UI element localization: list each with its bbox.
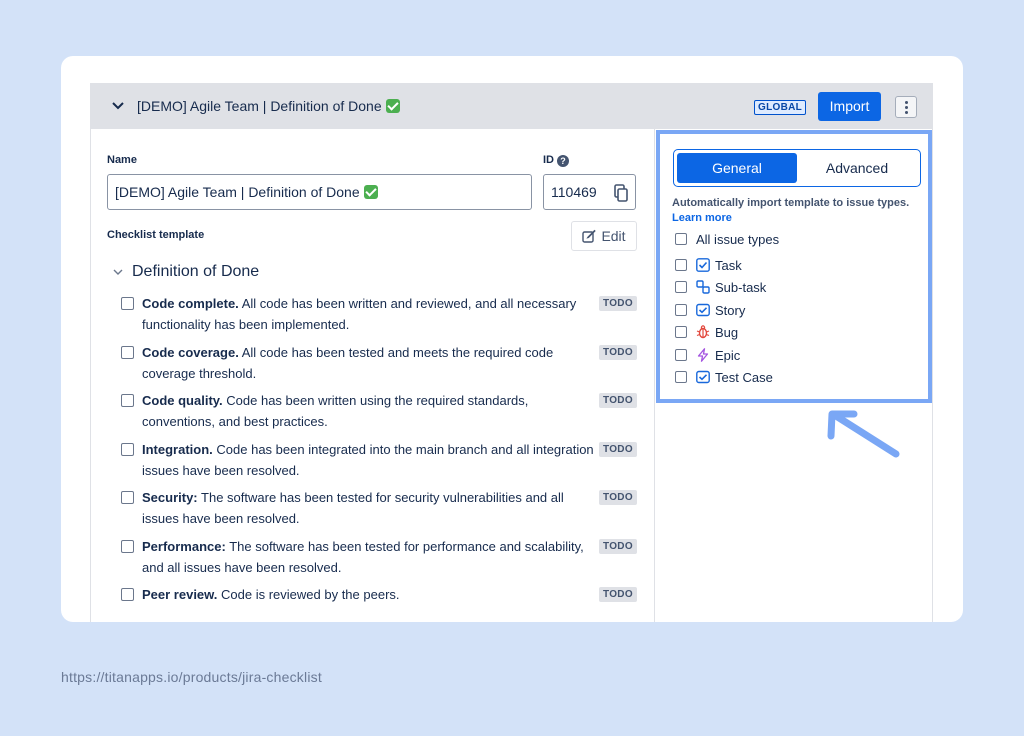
issue-type-checkbox[interactable] <box>675 259 687 271</box>
chevron-down-icon[interactable] <box>113 268 123 276</box>
section-title: Definition of Done <box>132 263 260 280</box>
name-label: Name <box>107 154 137 166</box>
chevron-down-icon[interactable] <box>111 99 125 113</box>
item-text: Security: The software has been tested f… <box>142 487 597 529</box>
status-badge[interactable]: TODO <box>599 296 637 311</box>
id-label: ID? <box>543 154 569 167</box>
template-title: [DEMO] Agile Team | Definition of Done <box>137 98 400 114</box>
item-title: Peer review. <box>142 587 218 602</box>
issue-type-label: All issue types <box>696 231 780 247</box>
task-icon <box>696 258 710 272</box>
more-actions-button[interactable] <box>895 96 917 118</box>
source-url: https://titanapps.io/products/jira-check… <box>61 669 322 685</box>
issue-type-label: Sub-task <box>715 279 767 295</box>
item-title: Code complete. <box>142 296 239 311</box>
item-checkbox[interactable] <box>121 443 134 456</box>
issue-type-option-bug[interactable]: Bug <box>675 323 738 341</box>
issue-type-checkbox[interactable] <box>675 371 687 383</box>
item-title: Code quality. <box>142 393 223 408</box>
item-title: Code coverage. <box>142 345 239 360</box>
issue-type-option-task[interactable]: Task <box>675 256 742 274</box>
check-mark-icon <box>385 99 400 113</box>
template-form: Name [DEMO] Agile Team | Definition of D… <box>91 129 654 622</box>
issue-type-checkbox[interactable] <box>675 281 687 293</box>
item-text: Performance: The software has been teste… <box>142 536 597 578</box>
checklist-template-label: Checklist template <box>107 229 205 241</box>
template-header[interactable]: [DEMO] Agile Team | Definition of Done G… <box>91 84 932 129</box>
item-title: Integration. <box>142 442 213 457</box>
bug-icon <box>696 325 710 339</box>
issue-type-option-epic[interactable]: Epic <box>675 346 740 364</box>
issue-type-checkbox[interactable] <box>675 233 687 245</box>
status-badge[interactable]: TODO <box>599 539 637 554</box>
issue-type-label: Test Case <box>715 369 773 385</box>
pointer-arrow-icon <box>827 410 900 458</box>
name-input-value: [DEMO] Agile Team | Definition of Done <box>115 184 360 200</box>
section-header[interactable]: Definition of Done <box>113 263 259 281</box>
edit-button-label: Edit <box>601 228 626 244</box>
id-field[interactable]: 110469 <box>543 174 636 210</box>
status-badge[interactable]: TODO <box>599 587 637 602</box>
item-text: Peer review. Code is reviewed by the pee… <box>142 584 597 605</box>
issue-type-checkbox[interactable] <box>675 304 687 316</box>
issue-type-option-all[interactable]: All issue types <box>675 230 779 248</box>
item-title: Performance: <box>142 539 226 554</box>
issue-type-option-subtask[interactable]: Sub-task <box>675 278 766 296</box>
check-mark-icon <box>363 185 378 199</box>
more-dot-icon <box>905 101 908 104</box>
item-text: Code coverage. All code has been tested … <box>142 342 597 384</box>
status-badge[interactable]: TODO <box>599 442 637 457</box>
issue-type-label: Epic <box>715 347 741 363</box>
name-input[interactable]: [DEMO] Agile Team | Definition of Done <box>107 174 532 210</box>
item-checkbox[interactable] <box>121 297 134 310</box>
import-button[interactable]: Import <box>818 92 881 121</box>
epic-icon <box>697 348 709 362</box>
item-checkbox[interactable] <box>121 346 134 359</box>
copy-icon[interactable] <box>614 184 628 202</box>
issue-type-option-test-case[interactable]: Test Case <box>675 368 773 386</box>
issue-type-option-story[interactable]: Story <box>675 301 745 319</box>
learn-more-link[interactable]: Learn more <box>672 212 732 224</box>
issue-type-label: Task <box>715 257 742 273</box>
test-case-icon <box>696 370 710 384</box>
item-checkbox[interactable] <box>121 394 134 407</box>
settings-tabs: General Advanced <box>673 149 921 187</box>
more-dot-icon <box>905 111 908 114</box>
status-badge[interactable]: TODO <box>599 345 637 360</box>
item-checkbox[interactable] <box>121 491 134 504</box>
issue-type-checkbox[interactable] <box>675 349 687 361</box>
issue-type-checkbox[interactable] <box>675 326 687 338</box>
tab-general[interactable]: General <box>677 153 797 183</box>
item-text: Code quality. Code has been written usin… <box>142 390 597 432</box>
item-description: Code is reviewed by the peers. <box>221 587 400 602</box>
issue-type-label: Bug <box>715 324 739 340</box>
item-checkbox[interactable] <box>121 540 134 553</box>
item-text: Integration. Code has been integrated in… <box>142 439 597 481</box>
auto-import-text: Automatically import template to issue t… <box>672 197 910 209</box>
item-title: Security: <box>142 490 198 505</box>
id-label-text: ID <box>543 154 554 166</box>
story-icon <box>696 303 710 317</box>
id-value: 110469 <box>551 184 597 200</box>
item-text: Code complete. All code has been written… <box>142 293 597 335</box>
import-settings-highlight: General Advanced Automatically import te… <box>656 130 932 403</box>
item-checkbox[interactable] <box>121 588 134 601</box>
help-icon[interactable]: ? <box>557 155 569 167</box>
subtask-icon <box>696 280 710 294</box>
auto-import-description: Automatically import template to issue t… <box>672 196 922 226</box>
template-title-text: [DEMO] Agile Team | Definition of Done <box>137 98 382 114</box>
status-badge[interactable]: TODO <box>599 490 637 505</box>
global-badge: GLOBAL <box>754 100 807 115</box>
issue-type-label: Story <box>715 302 746 318</box>
edit-button[interactable]: Edit <box>571 221 637 251</box>
pencil-icon <box>582 229 597 243</box>
status-badge[interactable]: TODO <box>599 393 637 408</box>
more-dot-icon <box>905 106 908 109</box>
item-description: The software has been tested for securit… <box>142 490 564 526</box>
tab-advanced[interactable]: Advanced <box>797 153 917 183</box>
